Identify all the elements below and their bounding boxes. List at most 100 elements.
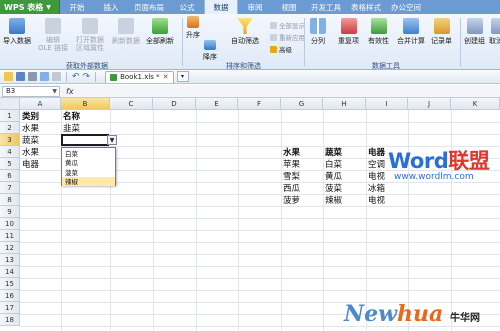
function-icon[interactable]: fx: [66, 87, 74, 96]
cell-a5[interactable]: 电器: [20, 158, 39, 170]
cell-g4[interactable]: 水果: [281, 146, 300, 158]
cell-b1[interactable]: 名称: [61, 110, 80, 122]
cell-h8[interactable]: 辣椒: [323, 194, 342, 206]
column-header-c[interactable]: C: [110, 98, 153, 110]
row-header-16[interactable]: 16: [0, 290, 20, 302]
column-header-j[interactable]: J: [408, 98, 451, 110]
row-header-15[interactable]: 15: [0, 278, 20, 290]
tab-office-space[interactable]: 办公空间: [386, 0, 426, 14]
column-header-d[interactable]: D: [153, 98, 196, 110]
column-header-f[interactable]: F: [238, 98, 281, 110]
cell-h7[interactable]: 菠菜: [323, 182, 342, 194]
cell-b2[interactable]: 韭菜: [61, 122, 80, 134]
cell-i4[interactable]: 电器: [366, 146, 385, 158]
column-header-e[interactable]: E: [196, 98, 238, 110]
create-group-button[interactable]: 创建组: [464, 18, 485, 46]
dropdown-option[interactable]: 黄瓜: [62, 158, 115, 167]
row-header-9[interactable]: 9: [0, 206, 20, 218]
column-header-h[interactable]: H: [323, 98, 366, 110]
row-header-6[interactable]: 6: [0, 170, 20, 182]
show-all-button[interactable]: 全部显示: [270, 20, 305, 30]
row-header-18[interactable]: 18: [0, 314, 20, 326]
spreadsheet-grid[interactable]: A B C D E F G H I J K 1 2 3 4 5 6 7 8 9 …: [0, 98, 500, 331]
cell-g8[interactable]: 菠萝: [281, 194, 300, 206]
reapply-button[interactable]: 重新应用: [270, 32, 305, 42]
row-header-2[interactable]: 2: [0, 122, 20, 134]
dropdown-option[interactable]: 菠菜: [62, 167, 115, 177]
column-header-g[interactable]: G: [281, 98, 323, 110]
close-icon[interactable]: ✕: [163, 73, 169, 81]
active-cell-b3[interactable]: [61, 134, 109, 146]
cell-a2[interactable]: 水果: [20, 122, 39, 134]
edit-ole-button[interactable]: 编辑 OLE 链接: [38, 18, 68, 52]
tab-developer[interactable]: 开发工具: [306, 0, 346, 14]
tab-insert[interactable]: 插入: [94, 0, 128, 14]
validation-dropdown-button[interactable]: ▼: [107, 135, 117, 145]
save-icon[interactable]: [16, 72, 25, 81]
cell-h6[interactable]: 黄瓜: [323, 170, 342, 182]
tab-home[interactable]: 开始: [60, 0, 94, 14]
row-header-14[interactable]: 14: [0, 266, 20, 278]
consolidate-button[interactable]: 合并计算: [397, 18, 425, 46]
row-header-4[interactable]: 4: [0, 146, 20, 158]
tab-page-layout[interactable]: 页面布局: [128, 0, 170, 14]
dropdown-option-highlighted[interactable]: 辣椒: [62, 176, 115, 186]
cell-g6[interactable]: 雪梨: [281, 170, 300, 182]
row-header-13[interactable]: 13: [0, 254, 20, 266]
print-preview-icon[interactable]: [40, 72, 49, 81]
tab-view[interactable]: 视图: [272, 0, 306, 14]
cell-a4[interactable]: 水果: [20, 146, 39, 158]
row-header-7[interactable]: 7: [0, 182, 20, 194]
open-folder-icon[interactable]: [4, 72, 13, 81]
open-source-button[interactable]: 打开数据 区域属性: [76, 18, 104, 52]
row-header-1[interactable]: 1: [0, 110, 20, 122]
row-header-3[interactable]: 3: [0, 134, 20, 146]
validation-button[interactable]: 有效性: [368, 18, 389, 46]
column-header-k[interactable]: K: [451, 98, 500, 110]
row-header-10[interactable]: 10: [0, 218, 20, 230]
name-box[interactable]: B3 ▼: [2, 85, 60, 97]
tab-formulas[interactable]: 公式: [170, 0, 204, 14]
advanced-filter-button[interactable]: 高级: [270, 44, 292, 54]
tab-data[interactable]: 数据: [204, 0, 238, 14]
cell-i6[interactable]: 电视: [366, 170, 385, 182]
cell-h5[interactable]: 白菜: [323, 158, 342, 170]
import-data-button[interactable]: 导入数据: [3, 18, 31, 46]
split-columns-button[interactable]: 分列: [310, 18, 326, 46]
document-tab[interactable]: Book1.xls * ✕: [105, 70, 174, 83]
tab-table-style[interactable]: 表格样式: [346, 0, 386, 14]
sort-descending-button[interactable]: 降序: [203, 40, 217, 62]
tab-review[interactable]: 审阅: [238, 0, 272, 14]
cell-h4[interactable]: 蔬菜: [323, 146, 342, 158]
cell-a3[interactable]: 蔬菜: [20, 134, 39, 146]
print-icon[interactable]: [28, 72, 37, 81]
row-header-8[interactable]: 8: [0, 194, 20, 206]
cell-a1[interactable]: 类别: [20, 110, 39, 122]
column-header-i[interactable]: I: [366, 98, 408, 110]
column-header-a[interactable]: A: [20, 98, 61, 110]
row-header-17[interactable]: 17: [0, 302, 20, 314]
cell-i5[interactable]: 空调: [366, 158, 385, 170]
refresh-data-button[interactable]: 刷新数据: [112, 18, 140, 46]
row-header-12[interactable]: 12: [0, 242, 20, 254]
cell-g5[interactable]: 苹果: [281, 158, 300, 170]
sort-ascending-button[interactable]: 升序: [186, 16, 200, 40]
cell-g7[interactable]: 西瓜: [281, 182, 300, 194]
row-header-11[interactable]: 11: [0, 230, 20, 242]
redo-icon[interactable]: ↷: [83, 72, 91, 82]
new-tab-button[interactable]: ▾: [176, 71, 189, 82]
cell-i8[interactable]: 电视: [366, 194, 385, 206]
paste-icon[interactable]: [52, 72, 61, 81]
chevron-down-icon[interactable]: ▼: [52, 88, 57, 95]
ungroup-button[interactable]: 取消: [489, 18, 500, 46]
row-header-5[interactable]: 5: [0, 158, 20, 170]
records-button[interactable]: 记录单: [431, 18, 452, 46]
autofilter-button[interactable]: 自动筛选: [231, 18, 259, 46]
app-menu-button[interactable]: WPS 表格 ▼: [0, 0, 60, 14]
cell-i7[interactable]: 冰箱: [366, 182, 385, 194]
select-all-corner[interactable]: [0, 98, 20, 110]
column-header-b[interactable]: B: [61, 98, 110, 110]
refresh-all-button[interactable]: 全部刷新: [146, 18, 174, 46]
dropdown-option[interactable]: 白菜: [62, 148, 115, 158]
undo-icon[interactable]: ↶: [72, 72, 80, 82]
